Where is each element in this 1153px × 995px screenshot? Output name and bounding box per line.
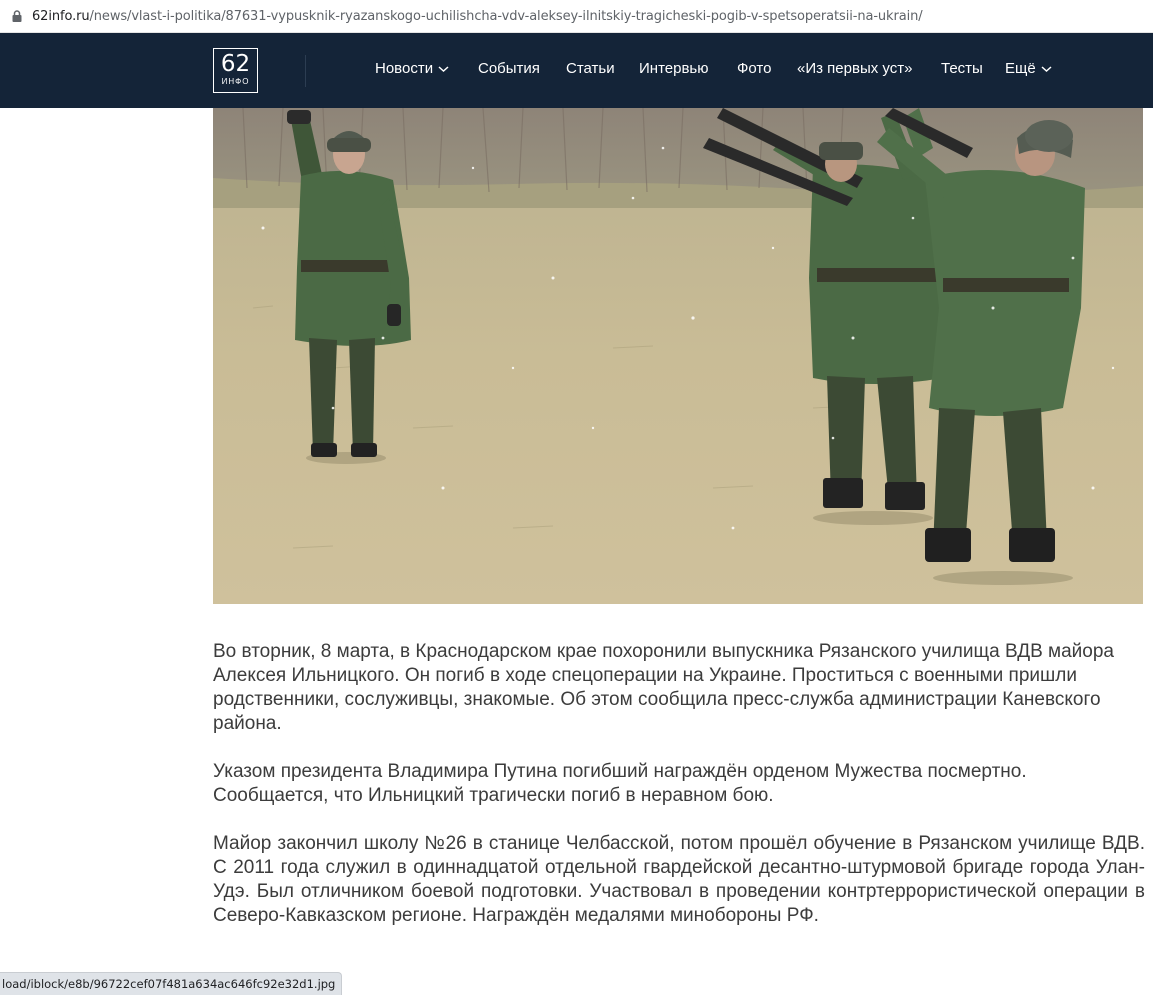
lock-icon <box>12 10 22 22</box>
nav-item-photo[interactable]: Фото <box>737 58 771 80</box>
url-host: 62info.ru <box>32 8 90 24</box>
chevron-down-icon <box>1041 66 1052 73</box>
nav-item-label: «Из первых уст» <box>797 60 913 77</box>
article-paragraph: Во вторник, 8 марта, в Краснодарском кра… <box>213 641 1114 734</box>
nav-item-events[interactable]: События <box>478 58 540 80</box>
article-photo-illustration <box>213 108 1143 604</box>
nav-item-interview[interactable]: Интервью <box>639 58 709 80</box>
chevron-down-icon <box>438 66 449 73</box>
nav-item-more[interactable]: Ещё <box>1005 58 1052 80</box>
site-header: 62 ИНФО Новости События Статьи Интервью … <box>0 33 1153 108</box>
nav-item-label: Фото <box>737 60 772 77</box>
status-bar: load/iblock/e8b/96722cef07f481a634ac646f… <box>0 972 343 995</box>
url-path: /news/vlast-i-politika/87631-vypusknik-r… <box>89 8 923 24</box>
url-text[interactable]: 62info.ru/news/vlast-i-politika/87631-vy… <box>32 9 923 24</box>
nav-item-label: Тесты <box>941 60 983 77</box>
nav-item-articles[interactable]: Статьи <box>566 58 615 80</box>
nav-item-first-hand[interactable]: «Из первых уст» <box>797 58 912 80</box>
nav-item-label: Статьи <box>566 60 615 77</box>
article-paragraph: Майор закончил школу №26 в станице Челба… <box>213 833 1145 926</box>
nav-item-tests[interactable]: Тесты <box>941 58 983 80</box>
article-body: Во вторник, 8 марта, в Краснодарском кра… <box>213 640 1145 952</box>
nav-item-label: События <box>478 60 540 77</box>
nav-item-news[interactable]: Новости <box>375 58 449 80</box>
article-paragraph: Указом президента Владимира Путина погиб… <box>213 761 1027 806</box>
nav-item-label: Новости <box>375 60 434 77</box>
article-photo[interactable] <box>213 108 1143 604</box>
nav-item-label: Ещё <box>1005 60 1036 77</box>
nav-item-label: Интервью <box>639 60 709 77</box>
address-bar[interactable]: 62info.ru/news/vlast-i-politika/87631-vy… <box>0 0 1153 33</box>
main-nav: Новости События Статьи Интервью Фото «Из… <box>0 33 1153 108</box>
